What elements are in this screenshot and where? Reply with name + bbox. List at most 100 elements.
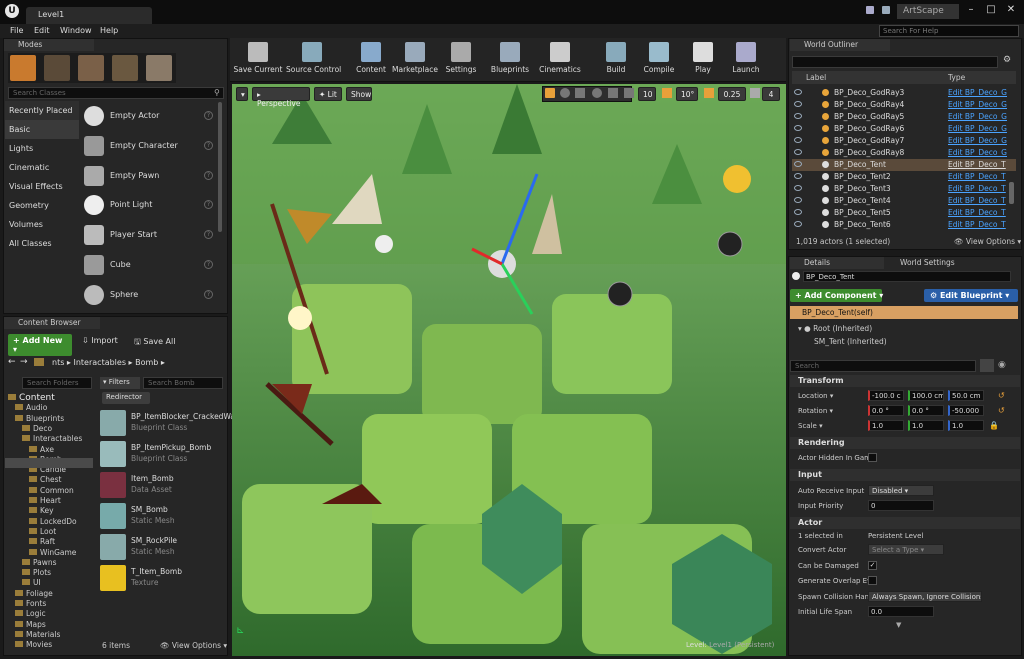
eye-icon[interactable] (794, 173, 802, 179)
folder-item[interactable]: Maps (15, 620, 46, 630)
add-new-button[interactable]: + Add New ▾ (8, 334, 72, 356)
level-viewport[interactable] (232, 84, 786, 656)
category-cinematic[interactable]: Cinematic (5, 158, 79, 177)
location-z-field[interactable]: 50.0 cm (948, 390, 984, 401)
help-icon[interactable]: ? (204, 111, 213, 120)
scale-snap-button[interactable]: 0.25 (718, 87, 746, 101)
category-recently-placed[interactable]: Recently Placed (5, 101, 79, 120)
marketplace-button[interactable]: Marketplace (389, 40, 441, 80)
eye-icon[interactable] (794, 221, 802, 227)
folder-item[interactable]: Interactables (22, 434, 82, 444)
folder-item[interactable]: Audio (15, 403, 47, 413)
viewport-options-icon[interactable]: ▾ (236, 87, 248, 101)
class-item-sphere[interactable]: Sphere? (80, 281, 222, 310)
asset-item[interactable]: T_Item_Bomb Texture (98, 563, 228, 594)
level-tab[interactable]: Level1 (26, 7, 152, 24)
folder-item[interactable]: Fonts (15, 599, 46, 609)
rotate-tool-icon[interactable] (560, 88, 570, 98)
can-damage-checkbox[interactable]: ✓ (868, 561, 877, 570)
settings-icon[interactable]: ⚙ (1003, 55, 1011, 65)
outliner-search-input[interactable] (792, 56, 998, 68)
generate-overlap-checkbox[interactable] (868, 576, 877, 585)
forward-icon[interactable]: → (20, 357, 28, 367)
outliner-row[interactable]: BP_Deco_GodRay6 Edit BP_Deco_G (792, 123, 1016, 135)
folder-item[interactable]: Blueprints (15, 414, 64, 424)
folder-item[interactable]: Pawns (22, 558, 57, 568)
add-component-button[interactable]: + Add Component ▾ (790, 289, 883, 302)
minimize-icon[interactable]: – (964, 3, 978, 17)
location-x-field[interactable]: -100.0 c (868, 390, 904, 401)
view-options-button[interactable]: 👁 View Options ▾ (160, 641, 227, 650)
camera-speed-button[interactable]: 4 (762, 87, 780, 101)
reset-icon[interactable]: ↺ (998, 391, 1005, 400)
class-item-player-start[interactable]: Player Start? (80, 221, 222, 250)
eye-icon[interactable] (794, 113, 802, 119)
camera-speed-icon[interactable] (750, 88, 760, 98)
scrollbar[interactable] (1009, 182, 1014, 204)
settings-button[interactable]: Settings (435, 40, 487, 80)
menu-file[interactable]: File (10, 26, 23, 35)
content-browser-tab[interactable]: Content Browser (4, 317, 100, 329)
asset-item[interactable]: Item_Bomb Data Asset (98, 470, 228, 501)
filters-button[interactable]: ▾ Filters (100, 377, 140, 389)
convert-actor-select[interactable]: Select a Type ▾ (868, 544, 944, 555)
launch-button[interactable]: Launch (720, 40, 772, 80)
visibility-eye-icon[interactable]: ◉ (998, 360, 1006, 370)
scrollbar[interactable] (218, 102, 222, 232)
outliner-row[interactable]: BP_Deco_Tent Edit BP_Deco_T (792, 159, 1016, 171)
rotation-x-field[interactable]: 0.0 ° (868, 405, 904, 416)
place-mode-icon[interactable] (10, 55, 36, 81)
source-control-button[interactable]: Source Control (286, 40, 341, 80)
import-button[interactable]: ⇩ Import (82, 336, 118, 345)
component-mesh[interactable]: SM_Tent (Inherited) (814, 337, 887, 346)
asset-item[interactable]: SM_Bomb Static Mesh (98, 501, 228, 532)
world-space-icon[interactable] (592, 88, 602, 98)
search-classes-input[interactable]: Search Classes (8, 87, 224, 99)
class-item-cube[interactable]: Cube? (80, 251, 222, 280)
outliner-row[interactable]: BP_Deco_Tent5 Edit BP_Deco_T (792, 207, 1016, 219)
eye-icon[interactable] (794, 161, 802, 167)
folder-item[interactable]: Chest (29, 475, 61, 485)
category-volumes[interactable]: Volumes (5, 215, 79, 234)
reset-icon[interactable]: ↺ (998, 406, 1005, 415)
notification-icon[interactable] (866, 6, 874, 14)
breadcrumb-contents[interactable]: nts (52, 358, 64, 367)
outliner-row[interactable]: BP_Deco_GodRay3 Edit BP_Deco_G (792, 87, 1016, 99)
scale-x-field[interactable]: 1.0 (868, 420, 904, 431)
rotation-label[interactable]: Rotation ▾ (798, 407, 833, 415)
property-matrix-icon[interactable] (980, 359, 994, 372)
eye-icon[interactable] (794, 149, 802, 155)
folder-item[interactable]: WinGame (29, 548, 76, 558)
life-span-field[interactable]: 0.0 (868, 606, 934, 617)
help-search-input[interactable]: Search For Help (879, 25, 1019, 37)
landscape-mode-icon[interactable] (78, 55, 104, 81)
maximize-icon[interactable]: □ (984, 3, 998, 17)
input-priority-field[interactable]: 0 (868, 500, 934, 511)
paint-mode-icon[interactable] (44, 55, 70, 81)
folder-item[interactable]: Logic (15, 609, 46, 619)
class-item-empty-actor[interactable]: Empty Actor? (80, 102, 222, 131)
outliner-row[interactable]: BP_Deco_Tent2 Edit BP_Deco_T (792, 171, 1016, 183)
actor-name-field[interactable]: BP_Deco_Tent (803, 271, 1011, 282)
component-self[interactable]: BP_Deco_Tent(self) (790, 306, 1018, 319)
class-item-point-light[interactable]: Point Light? (80, 191, 222, 220)
component-root[interactable]: ▾ ● Root (Inherited) (798, 324, 872, 333)
column-label[interactable]: Label (806, 73, 826, 82)
outliner-row[interactable]: BP_Deco_GodRay8 Edit BP_Deco_G (792, 147, 1016, 159)
outliner-row[interactable]: BP_Deco_GodRay7 Edit BP_Deco_G (792, 135, 1016, 147)
filter-chip-redirector[interactable]: Redirector (102, 392, 150, 404)
folder-item[interactable]: Deco (22, 424, 52, 434)
breadcrumb-interactables[interactable]: Interactables (73, 358, 126, 367)
outliner-row[interactable]: BP_Deco_Tent4 Edit BP_Deco_T (792, 195, 1016, 207)
section-rendering[interactable]: Rendering (790, 437, 1020, 449)
column-type[interactable]: Type (948, 73, 965, 82)
modes-tab[interactable]: Modes (4, 39, 94, 51)
foliage-mode-icon[interactable] (112, 55, 138, 81)
category-visual-effects[interactable]: Visual Effects (5, 177, 79, 196)
folder-item[interactable]: Heart (29, 496, 61, 506)
rotation-snap-button[interactable]: 10° (676, 87, 698, 101)
help-icon[interactable]: ? (204, 171, 213, 180)
world-outliner-tab[interactable]: World Outliner (790, 39, 890, 51)
cinematics-button[interactable]: Cinematics (534, 40, 586, 80)
scale-z-field[interactable]: 1.0 (948, 420, 984, 431)
